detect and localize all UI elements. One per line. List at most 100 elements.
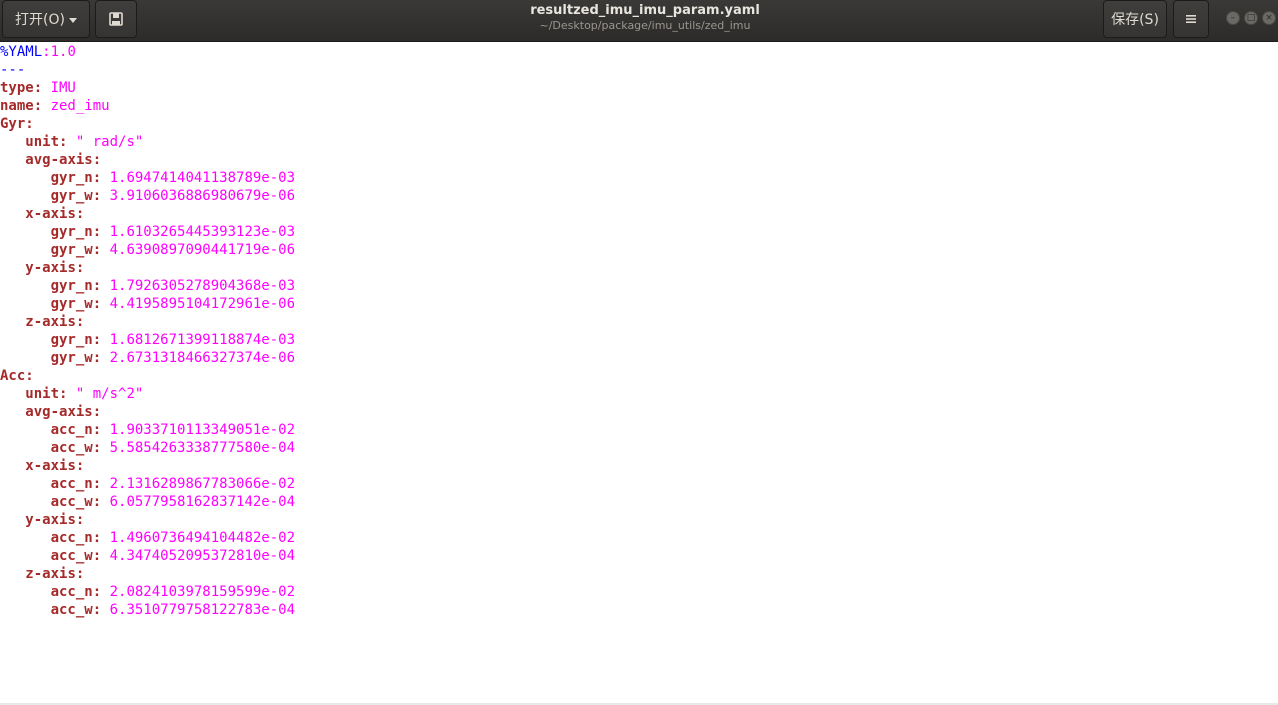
yaml-key: y-axis bbox=[25, 260, 76, 276]
minimize-icon[interactable]: – bbox=[1226, 11, 1240, 25]
yaml-key: z-axis bbox=[25, 566, 76, 582]
yaml-value: " rad/s" bbox=[75, 134, 144, 150]
yaml-key: Acc bbox=[0, 368, 26, 384]
yaml-colon: : bbox=[75, 314, 85, 330]
code-line: Gyr: bbox=[0, 115, 1278, 133]
yaml-key: z-axis bbox=[25, 314, 76, 330]
yaml-key: y-axis bbox=[25, 512, 76, 528]
code-line: acc_w: 6.3510779758122783e-04 bbox=[0, 601, 1278, 619]
yaml-key: gyr_n bbox=[50, 278, 93, 294]
maximize-icon[interactable]: □ bbox=[1244, 11, 1258, 25]
code-line: type: IMU bbox=[0, 79, 1278, 97]
code-line: z-axis: bbox=[0, 565, 1278, 583]
code-line: y-axis: bbox=[0, 259, 1278, 277]
code-line: avg-axis: bbox=[0, 151, 1278, 169]
yaml-colon: : bbox=[92, 152, 102, 168]
yaml-value: 2.6731318466327374e-06 bbox=[109, 350, 296, 366]
yaml-colon: : bbox=[75, 566, 85, 582]
yaml-key: gyr_n bbox=[50, 170, 93, 186]
yaml-colon: : bbox=[92, 188, 110, 204]
save-button[interactable]: 保存(S) bbox=[1103, 0, 1167, 38]
yaml-colon: : bbox=[75, 512, 85, 528]
yaml-value: 1.9033710113349051e-02 bbox=[109, 422, 296, 438]
code-line: gyr_w: 2.6731318466327374e-06 bbox=[0, 349, 1278, 367]
chevron-down-icon bbox=[68, 17, 77, 23]
yaml-colon: : bbox=[75, 206, 85, 222]
header-bar: 打开(O) resultzed_imu_imu_param.yaml ~/Des… bbox=[0, 0, 1278, 42]
yaml-value: 3.9106036886980679e-06 bbox=[109, 188, 296, 204]
yaml-colon: : bbox=[92, 476, 110, 492]
yaml-colon: : bbox=[59, 134, 76, 150]
yaml-colon: : bbox=[75, 458, 85, 474]
code-line: acc_n: 1.4960736494104482e-02 bbox=[0, 529, 1278, 547]
hamburger-menu-button[interactable] bbox=[1173, 0, 1209, 38]
yaml-colon: : bbox=[92, 278, 110, 294]
yaml-colon: : bbox=[25, 116, 34, 132]
yaml-colon: : bbox=[92, 422, 110, 438]
yaml-value: 4.3474052095372810e-04 bbox=[109, 548, 296, 564]
code-line: acc_w: 4.3474052095372810e-04 bbox=[0, 547, 1278, 565]
yaml-colon: : bbox=[33, 98, 51, 114]
yaml-colon: : bbox=[33, 80, 51, 96]
yaml-key: type bbox=[0, 80, 34, 96]
yaml-directive: --- bbox=[0, 62, 26, 78]
yaml-key: gyr_w bbox=[50, 188, 93, 204]
yaml-colon: : bbox=[92, 602, 110, 618]
yaml-value: 1.6103265445393123e-03 bbox=[109, 224, 296, 240]
yaml-version: 1.0 bbox=[50, 44, 76, 60]
code-line: gyr_n: 1.6812671399118874e-03 bbox=[0, 331, 1278, 349]
yaml-colon: : bbox=[92, 332, 110, 348]
yaml-key: unit bbox=[25, 134, 60, 150]
yaml-colon: : bbox=[92, 170, 110, 186]
save-button-label: 保存(S) bbox=[1111, 12, 1159, 28]
yaml-key: acc_w bbox=[50, 602, 93, 618]
yaml-key: x-axis bbox=[25, 458, 76, 474]
code-line: z-axis: bbox=[0, 313, 1278, 331]
yaml-colon: : bbox=[25, 368, 34, 384]
yaml-value: zed_imu bbox=[50, 98, 110, 114]
new-document-button[interactable] bbox=[95, 0, 137, 38]
code-line: x-axis: bbox=[0, 205, 1278, 223]
yaml-colon: : bbox=[92, 440, 110, 456]
window-subtitle: ~/Desktop/package/imu_utils/zed_imu bbox=[539, 19, 751, 32]
yaml-value: 5.5854263338777580e-04 bbox=[109, 440, 296, 456]
yaml-colon: : bbox=[92, 350, 110, 366]
yaml-value: 6.0577958162837142e-04 bbox=[109, 494, 296, 510]
code-line: avg-axis: bbox=[0, 403, 1278, 421]
yaml-value: 1.7926305278904368e-03 bbox=[109, 278, 296, 294]
yaml-colon: : bbox=[92, 242, 110, 258]
yaml-value: 6.3510779758122783e-04 bbox=[109, 602, 296, 618]
window-title: resultzed_imu_imu_param.yaml bbox=[530, 3, 760, 18]
yaml-value: 2.0824103978159599e-02 bbox=[109, 584, 296, 600]
bookmark-icon bbox=[109, 12, 123, 26]
yaml-value: " m/s^2" bbox=[75, 386, 144, 402]
code-line: acc_n: 2.1316289867783066e-02 bbox=[0, 475, 1278, 493]
text-editor[interactable]: %YAML:1.0 --- type: IMU name: zed_imu Gyr: u… bbox=[0, 43, 1278, 703]
code-line: Acc: bbox=[0, 367, 1278, 385]
yaml-colon: : bbox=[75, 260, 85, 276]
yaml-value: IMU bbox=[50, 80, 76, 96]
code-line: unit: " m/s^2" bbox=[0, 385, 1278, 403]
open-button[interactable]: 打开(O) bbox=[2, 0, 90, 38]
yaml-colon: : bbox=[92, 224, 110, 240]
yaml-colon: : bbox=[92, 494, 110, 510]
yaml-colon: : bbox=[92, 548, 110, 564]
close-icon[interactable]: × bbox=[1262, 11, 1276, 25]
